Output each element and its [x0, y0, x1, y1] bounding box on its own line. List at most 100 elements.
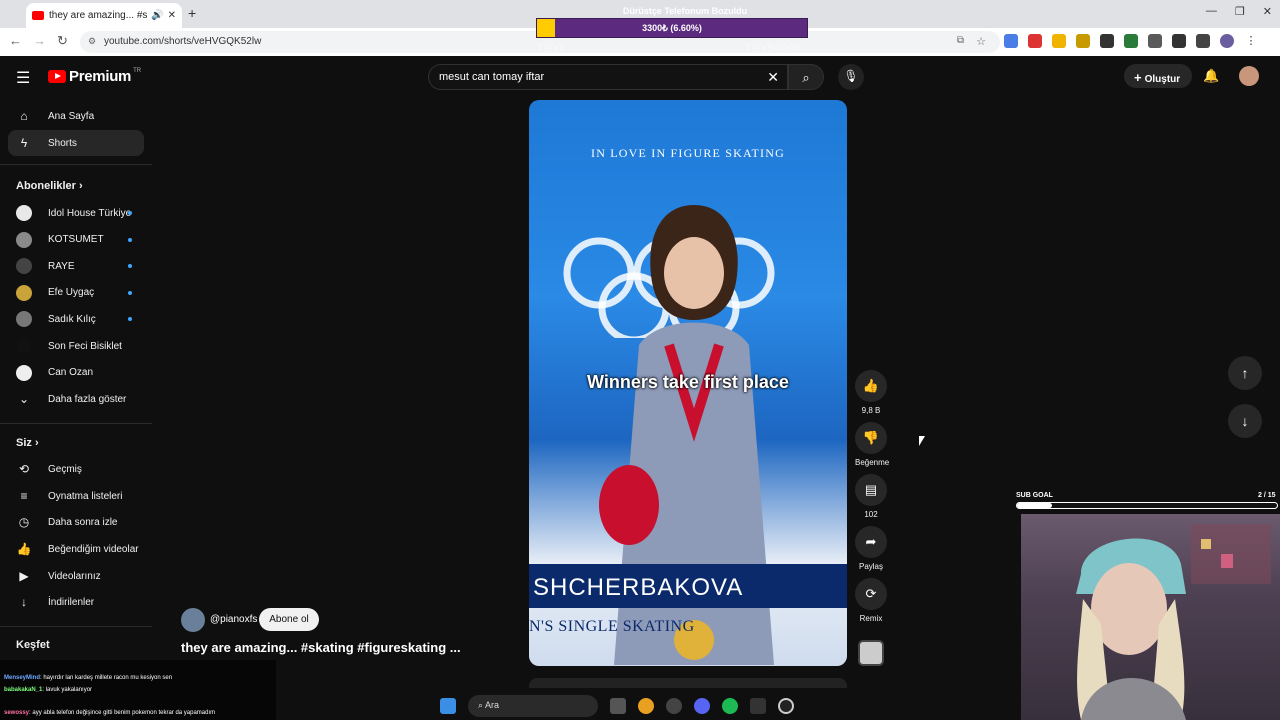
bookmark-star-icon[interactable]: ☆ — [976, 35, 986, 48]
video-banner-text: IN LOVE IN FIGURE SKATING — [591, 146, 785, 160]
site-info-icon[interactable]: ⚙ — [88, 36, 96, 47]
install-icon[interactable]: ⧉ — [957, 35, 964, 46]
sidebar-item-history[interactable]: ⟲ Geçmiş — [8, 456, 144, 482]
sidebar-item-playlists[interactable]: ≡ Oynatma listeleri — [8, 483, 144, 509]
you-header[interactable]: Siz › — [16, 437, 39, 449]
channel-name[interactable]: @pianoxfs — [210, 614, 257, 625]
app-icon[interactable] — [666, 698, 682, 714]
sidebar-item-downloads[interactable]: ↓ İndirilenler — [8, 589, 144, 615]
short-title[interactable]: they are amazing... #skating #figureskat… — [181, 640, 461, 655]
channel-avatar — [16, 311, 32, 328]
create-button[interactable]: + Oluştur — [1124, 64, 1192, 88]
extension-icon[interactable] — [1028, 34, 1042, 48]
search-input[interactable]: mesut can tomay iftar ✕ — [428, 64, 788, 90]
like-count: 9,8 B — [861, 406, 881, 415]
search-icon: ⌕ — [802, 70, 810, 85]
back-icon[interactable]: ← — [9, 33, 22, 48]
previous-short-button[interactable]: ↑ — [1228, 356, 1262, 390]
channel-avatar[interactable] — [181, 608, 205, 632]
browser-tab[interactable]: they are amazing... #skating 🔊 ✕ — [26, 3, 182, 28]
media-control-icon[interactable] — [1196, 34, 1210, 48]
share-arrow-icon: ➦ — [865, 534, 877, 549]
sidebar-channel-item[interactable]: Sadık Kılıç — [8, 306, 144, 332]
comments-button[interactable]: ▤ — [855, 474, 887, 506]
share-button[interactable]: ➦ — [855, 526, 887, 558]
reload-icon[interactable]: ↻ — [57, 33, 68, 49]
minimize-icon[interactable]: — — [1206, 5, 1217, 18]
channel-avatar — [16, 231, 32, 248]
extension-icon[interactable] — [1076, 34, 1090, 48]
sidebar-channel-item[interactable]: RAYE — [8, 253, 144, 279]
voice-search-button[interactable]: 🎙 — [838, 64, 864, 90]
subscriptions-header[interactable]: Abonelikler › — [16, 180, 83, 192]
donation-progress-bar: 3300₺ (6.60%) — [536, 18, 808, 38]
sidebar-item-home[interactable]: ⌂ Ana Sayfa — [8, 103, 144, 129]
profile-icon[interactable] — [1220, 34, 1234, 48]
clear-search-icon[interactable]: ✕ — [767, 69, 779, 86]
obs-icon[interactable] — [778, 698, 794, 714]
chat-text: : ayy abla telefon değişince gitti benim… — [29, 710, 216, 716]
new-content-dot — [128, 237, 132, 242]
stream-chat: MenseyMind: hayırdır lan kardeş millete … — [0, 660, 276, 720]
athlete-name: SHCHERBAKOVA — [533, 574, 744, 601]
sidebar-channel-item[interactable]: Idol House Türkiye — [8, 200, 144, 226]
sidebar-channel-item[interactable]: KOTSUMET — [8, 227, 144, 253]
notifications-bell-icon[interactable]: 🔔 — [1203, 68, 1219, 84]
windows-start-icon[interactable] — [440, 698, 456, 714]
dislike-button[interactable]: 👎 — [855, 422, 887, 454]
sidebar-item-show-more[interactable]: ⌄ Daha fazla göster — [8, 386, 144, 412]
translate-extension-icon[interactable] — [1004, 34, 1018, 48]
close-window-icon[interactable]: ✕ — [1263, 5, 1272, 18]
share-action: ➦ Paylaş — [855, 526, 887, 571]
sidebar-channel-item[interactable]: Son Feci Bisiklet — [8, 333, 144, 359]
sidebar-item-label: Shorts — [48, 137, 77, 149]
sidebar-item-label: KOTSUMET — [48, 234, 104, 246]
youtube-premium-logo[interactable]: Premium TR — [48, 68, 141, 85]
chat-text: : hayırdır lan kardeş millete racon mu k… — [40, 675, 173, 681]
search-button[interactable]: ⌕ — [788, 64, 824, 90]
next-short-button[interactable]: ↓ — [1228, 404, 1262, 438]
sidebar-item-liked-videos[interactable]: 👍 Beğendiğim videolar — [8, 536, 144, 562]
new-tab-button[interactable]: + — [188, 5, 196, 21]
sidebar-item-shorts[interactable]: ϟ Shorts — [8, 130, 144, 156]
chevron-right-icon: › — [78, 180, 83, 192]
terminal-icon[interactable] — [750, 698, 766, 714]
remix-label: Remix — [859, 614, 883, 623]
sidebar-item-label: Videolarınız — [48, 570, 101, 582]
sidebar-item-label: Idol House Türkiye — [48, 207, 132, 219]
sidebar-channel-item[interactable]: Efe Uygaç — [8, 280, 144, 306]
sound-thumbnail[interactable] — [858, 640, 884, 666]
comment-count: 102 — [864, 510, 878, 519]
sidebar-channel-item[interactable]: Can Ozan — [8, 360, 144, 386]
account-avatar[interactable] — [1239, 66, 1259, 86]
extension-icon[interactable] — [1052, 34, 1066, 48]
sidebar-item-label: Son Feci Bisiklet — [48, 340, 122, 352]
menu-kebab-icon[interactable]: ⋮ — [1244, 34, 1258, 48]
sidebar-item-your-videos[interactable]: ▶ Videolarınız — [8, 563, 144, 589]
sidebar-item-watch-later[interactable]: ◷ Daha sonra izle — [8, 509, 144, 535]
task-view-icon[interactable] — [610, 698, 626, 714]
taskbar-search[interactable]: ⌕ Ara — [468, 695, 598, 717]
like-button[interactable]: 👍 — [855, 370, 887, 402]
extension-icon[interactable] — [1124, 34, 1138, 48]
chrome-icon[interactable] — [638, 698, 654, 714]
remix-icon: ⟳ — [865, 586, 877, 601]
close-tab-icon[interactable]: ✕ — [168, 10, 176, 21]
short-video-player[interactable]: IN LOVE IN FIGURE SKATING Winners take f… — [529, 100, 847, 666]
hamburger-menu-icon[interactable]: ☰ — [16, 68, 30, 88]
clock-icon: ◷ — [18, 515, 30, 529]
sidebar-item-label: Daha fazla göster — [48, 393, 127, 405]
extension-icon[interactable] — [1100, 34, 1114, 48]
dislike-label: Beğenme — [855, 458, 890, 467]
home-icon: ⌂ — [20, 109, 28, 123]
subscribe-button[interactable]: Abone ol — [259, 608, 319, 631]
speaker-icon[interactable]: 🔊 — [151, 10, 163, 21]
remix-action: ⟳ Remix — [855, 578, 887, 623]
restore-icon[interactable]: ❐ — [1235, 5, 1245, 18]
discord-icon[interactable] — [694, 698, 710, 714]
forward-icon[interactable]: → — [33, 33, 46, 48]
remix-button[interactable]: ⟳ — [855, 578, 887, 610]
spotify-icon[interactable] — [722, 698, 738, 714]
puzzle-extensions-icon[interactable] — [1172, 34, 1186, 48]
extension-icon[interactable] — [1148, 34, 1162, 48]
